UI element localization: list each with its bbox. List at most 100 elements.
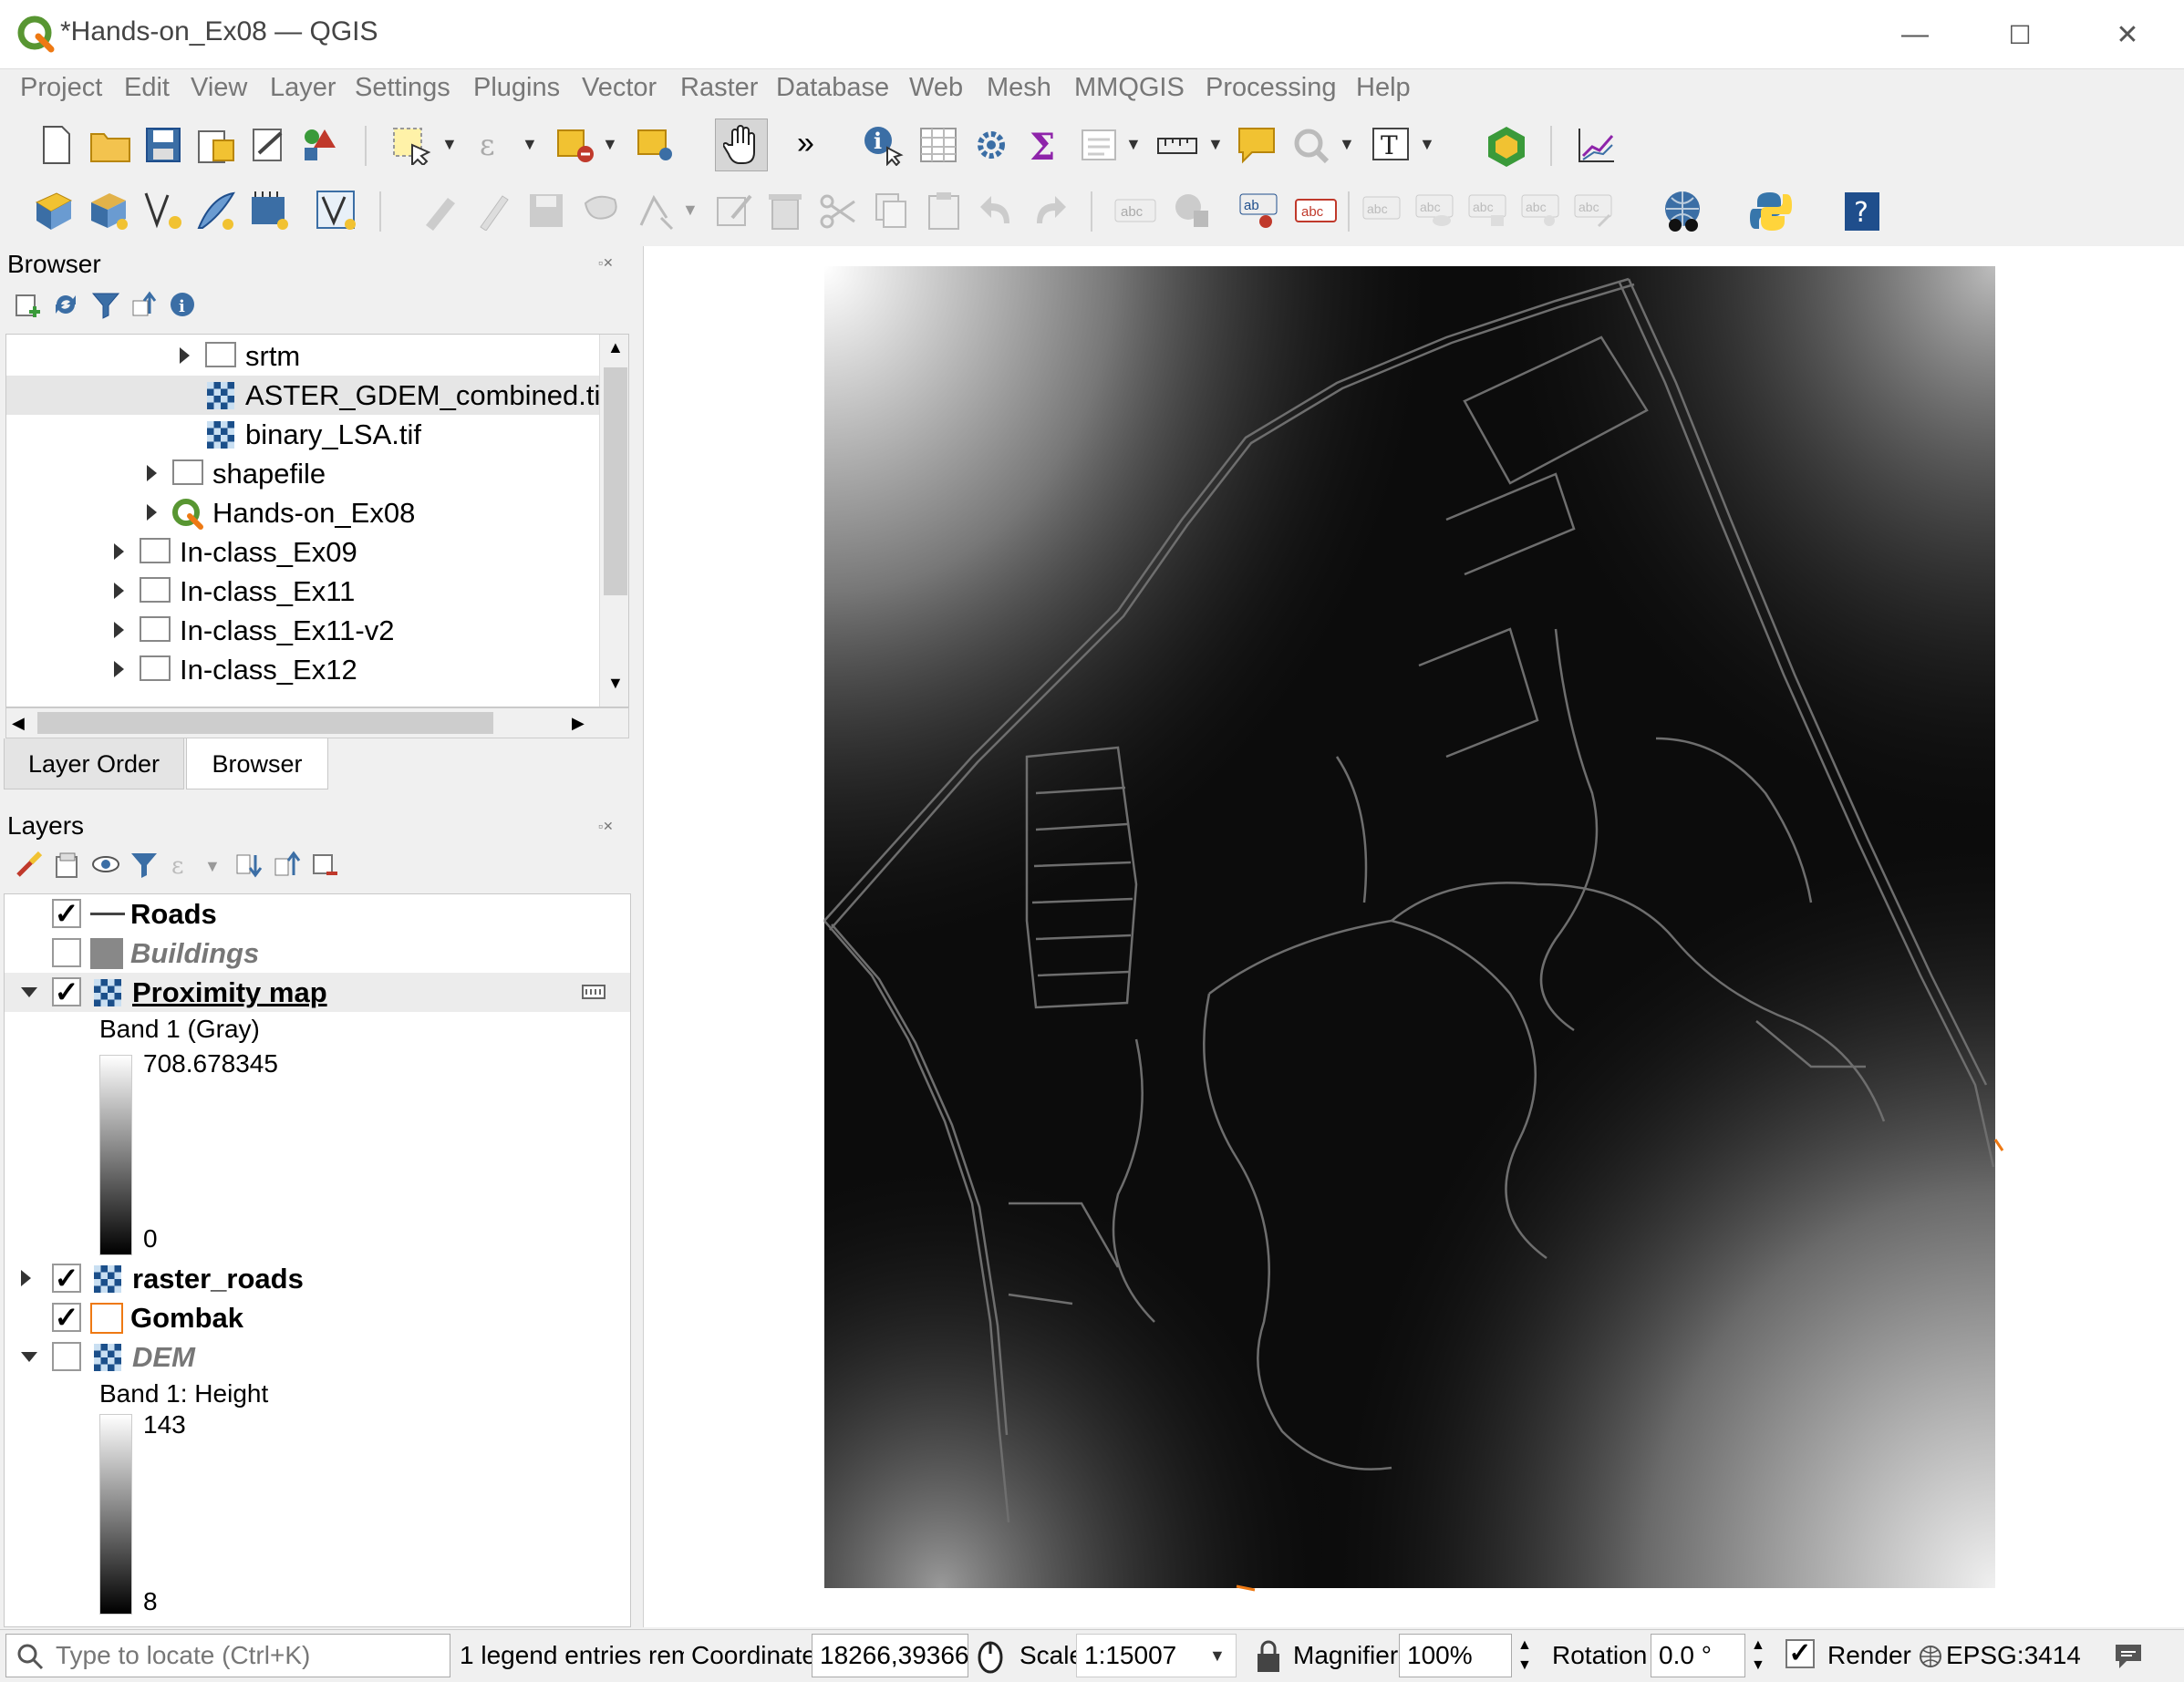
style-manager-icon[interactable] xyxy=(297,122,343,168)
crs-label[interactable]: EPSG:3414 xyxy=(1946,1641,2081,1670)
proximity-raster-map[interactable] xyxy=(644,246,2184,1627)
list-item[interactable]: srtm xyxy=(6,336,628,376)
expand-all-icon[interactable] xyxy=(233,850,264,881)
crs-globe-icon[interactable] xyxy=(1919,1645,1942,1668)
expand-arrow-icon[interactable] xyxy=(180,347,190,364)
scroll-left-icon[interactable]: ◀ xyxy=(12,714,25,733)
collapse-all-icon[interactable] xyxy=(272,850,303,881)
collapse-arrow-icon[interactable] xyxy=(21,1352,37,1362)
maximize-button[interactable]: ☐ xyxy=(1988,9,2052,60)
collapse-arrow-icon[interactable] xyxy=(21,987,37,997)
expand-arrow-icon[interactable] xyxy=(114,583,124,599)
expand-arrow-icon[interactable] xyxy=(114,543,124,560)
profile-tool-icon[interactable] xyxy=(1572,122,1621,168)
list-item[interactable]: In-class_Ex11-v2 xyxy=(6,611,628,650)
list-item[interactable]: In-class_Ex11 xyxy=(6,572,628,611)
layer-row-dem[interactable]: DEM xyxy=(5,1337,630,1377)
label-highlight-icon[interactable]: ab xyxy=(1237,190,1286,232)
identify-features-icon[interactable]: i xyxy=(859,122,906,168)
layer-row-roads[interactable]: ✓ Roads xyxy=(5,894,630,934)
expand-arrow-icon[interactable] xyxy=(147,465,157,481)
chevron-down-icon[interactable]: ▼ xyxy=(602,135,618,154)
pan-map-icon[interactable] xyxy=(715,119,768,171)
menu-settings[interactable]: Settings xyxy=(355,73,450,103)
list-item[interactable]: In-class_Ex09 xyxy=(6,532,628,572)
filter-expression-icon[interactable]: ε xyxy=(168,850,199,881)
tab-layer-order[interactable]: Layer Order xyxy=(4,738,184,789)
menu-mesh[interactable]: Mesh xyxy=(987,73,1051,103)
diagram-options-icon[interactable] xyxy=(1167,188,1216,233)
open-attribute-table-icon[interactable] xyxy=(916,122,961,168)
spin-arrows-icon[interactable]: ▲ ▼ xyxy=(1517,1636,1532,1676)
label-rotate-icon[interactable]: abc xyxy=(1465,190,1514,232)
minimize-button[interactable]: — xyxy=(1883,9,1947,60)
layer-visibility-checkbox[interactable] xyxy=(52,1342,81,1371)
web-globe-icon[interactable] xyxy=(1658,186,1711,237)
list-item[interactable]: In-class_Ex12 xyxy=(6,650,628,689)
remove-layer-icon[interactable] xyxy=(310,850,341,881)
list-item[interactable]: shapefile xyxy=(6,454,628,493)
scroll-down-icon[interactable]: ▼ xyxy=(607,674,624,693)
layer-visibility-checkbox[interactable]: ✓ xyxy=(52,899,81,928)
save-project-icon[interactable] xyxy=(140,122,186,168)
toolbar-more-button[interactable]: » xyxy=(797,126,814,161)
map-tips-icon[interactable] xyxy=(1233,122,1280,168)
spin-arrows-icon[interactable]: ▲ ▼ xyxy=(1751,1636,1765,1676)
coordinate-field[interactable]: 18266,39366 xyxy=(812,1634,969,1677)
render-checkbox[interactable]: ✓ xyxy=(1785,1639,1815,1668)
text-annotation-icon[interactable] xyxy=(1076,122,1122,168)
panel-float-close-icon[interactable]: ▫✕ xyxy=(598,255,614,271)
chevron-down-icon[interactable]: ▼ xyxy=(204,857,221,876)
chevron-down-icon[interactable]: ▼ xyxy=(1339,135,1355,154)
collapse-all-icon[interactable] xyxy=(129,290,160,321)
menu-raster[interactable]: Raster xyxy=(680,73,758,103)
label-move-icon[interactable]: abc xyxy=(1359,190,1408,232)
select-features-icon[interactable] xyxy=(387,122,436,168)
new-shapefile-icon[interactable] xyxy=(139,186,188,235)
save-edits-icon[interactable] xyxy=(523,188,569,233)
tab-browser[interactable]: Browser xyxy=(186,738,328,789)
new-project-icon[interactable] xyxy=(36,122,77,168)
expand-arrow-icon[interactable] xyxy=(147,504,157,521)
expand-arrow-icon[interactable] xyxy=(114,661,124,677)
menu-web[interactable]: Web xyxy=(909,73,963,103)
horizontal-scrollbar[interactable]: ◀ ▶ xyxy=(5,707,629,738)
filter-browser-icon[interactable] xyxy=(91,290,122,321)
statistical-summary-icon[interactable]: Σ xyxy=(1021,122,1067,168)
filter-legend-icon[interactable] xyxy=(129,850,160,881)
undo-icon[interactable] xyxy=(974,188,1020,233)
paste-features-icon[interactable] xyxy=(921,188,967,233)
menu-processing[interactable]: Processing xyxy=(1206,73,1336,103)
menu-vector[interactable]: Vector xyxy=(582,73,657,103)
add-group-icon[interactable] xyxy=(53,850,84,881)
cut-features-icon[interactable] xyxy=(815,188,861,233)
select-by-expression-icon[interactable]: ε xyxy=(472,122,518,168)
menu-project[interactable]: Project xyxy=(20,73,102,103)
rotation-spinbox[interactable]: 0.0 ° xyxy=(1651,1634,1745,1677)
new-spatialite-icon[interactable] xyxy=(191,186,241,235)
map-canvas[interactable] xyxy=(643,246,2184,1627)
layer-visibility-checkbox[interactable]: ✓ xyxy=(52,1264,81,1293)
properties-info-icon[interactable]: i xyxy=(168,290,199,321)
open-project-icon[interactable] xyxy=(88,122,133,168)
layer-visibility-checkbox[interactable]: ✓ xyxy=(52,977,81,1006)
refresh-icon[interactable] xyxy=(51,290,82,321)
print-layout-icon[interactable] xyxy=(246,122,292,168)
expand-arrow-icon[interactable] xyxy=(114,622,124,638)
style-painter-icon[interactable] xyxy=(15,850,46,881)
messages-icon[interactable] xyxy=(2114,1641,2143,1670)
vertex-tool-icon[interactable] xyxy=(633,188,678,233)
data-source-manager-icon[interactable] xyxy=(29,186,78,235)
chevron-down-icon[interactable]: ▼ xyxy=(441,135,458,154)
layer-indicator-icon[interactable] xyxy=(581,982,606,1004)
scroll-right-icon[interactable]: ▶ xyxy=(572,714,585,733)
menu-database[interactable]: Database xyxy=(776,73,889,103)
scrollbar-thumb[interactable] xyxy=(604,367,627,595)
processing-toolbox-icon[interactable] xyxy=(968,122,1014,168)
chevron-down-icon[interactable]: ▼ xyxy=(1209,1646,1226,1666)
expand-arrow-icon[interactable] xyxy=(21,1270,31,1286)
list-item[interactable]: Hands-on_Ex08 xyxy=(6,493,628,532)
label-properties-icon[interactable]: abc xyxy=(1570,190,1620,232)
select-location-icon[interactable] xyxy=(631,122,680,168)
vertical-scrollbar[interactable]: ▲ ▼ xyxy=(599,335,628,707)
